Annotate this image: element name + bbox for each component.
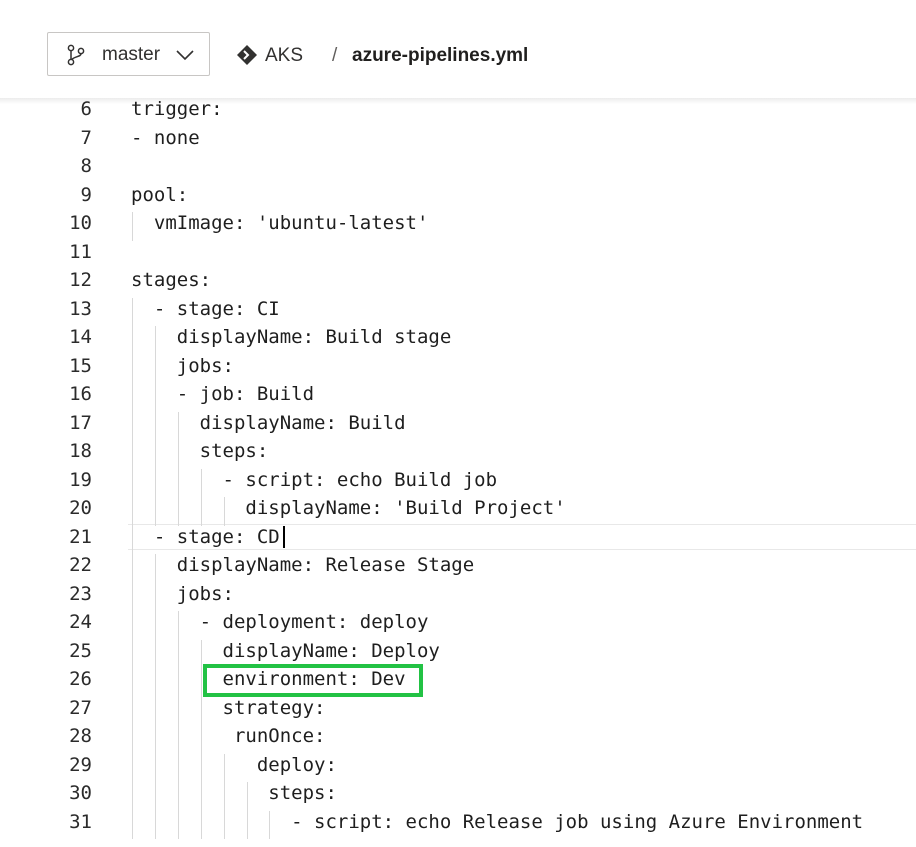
line-number: 8 <box>80 155 92 177</box>
code-text: jobs: <box>131 582 234 605</box>
file-breadcrumb-header: master AKS / azure-pipelines.yml <box>0 0 916 100</box>
code-line[interactable]: 15 jobs: <box>0 352 916 381</box>
code-line[interactable]: 21 - stage: CD <box>0 523 916 552</box>
line-number: 6 <box>80 98 92 120</box>
code-line[interactable]: 7 - none <box>0 124 916 153</box>
code-line[interactable]: 12 stages: <box>0 266 916 295</box>
code-text: - stage: CI <box>131 297 280 320</box>
line-number: 16 <box>69 383 92 405</box>
code-text: - script: echo Build job <box>131 468 498 491</box>
line-number: 27 <box>69 696 92 719</box>
code-line[interactable]: 9 pool: <box>0 181 916 210</box>
line-number: 25 <box>69 639 92 662</box>
code-line[interactable]: 20 displayName: 'Build Project' <box>0 494 916 523</box>
code-text: jobs: <box>131 354 234 377</box>
code-text: - deployment: deploy <box>131 611 429 633</box>
code-line[interactable]: 25 displayName: Deploy <box>0 637 916 666</box>
code-line[interactable]: 6 trigger: <box>0 96 916 124</box>
code-line[interactable]: 29 deploy: <box>0 751 916 780</box>
line-number: 31 <box>69 810 92 833</box>
code-line[interactable]: 23 jobs: <box>0 580 916 609</box>
line-number: 10 <box>69 212 92 234</box>
line-number: 18 <box>69 440 92 462</box>
code-text: stages: <box>131 269 212 291</box>
code-text: displayName: Release Stage <box>131 554 475 576</box>
code-line[interactable]: 11 <box>0 238 916 267</box>
code-line[interactable]: 17 displayName: Build <box>0 409 916 438</box>
code-text: - script: echo Release job using Azure E… <box>131 810 864 833</box>
code-line[interactable]: 24 - deployment: deploy <box>0 608 916 637</box>
repo-link[interactable]: AKS <box>265 46 303 66</box>
code-text: displayName: Build <box>131 411 406 434</box>
code-line[interactable]: 30 steps: <box>0 779 916 808</box>
line-number: 19 <box>69 468 92 491</box>
line-number: 9 <box>80 183 92 206</box>
code-line[interactable]: 18 steps: <box>0 437 916 466</box>
code-line[interactable]: 14 displayName: Build stage <box>0 323 916 352</box>
chevron-down-icon <box>176 48 194 61</box>
code-text: vmImage: 'ubuntu-latest' <box>131 212 429 234</box>
code-line[interactable]: 26 environment: Dev <box>0 665 916 694</box>
line-number: 29 <box>69 753 92 776</box>
code-line[interactable]: 31 - script: echo Release job using Azur… <box>0 808 916 837</box>
line-number: 20 <box>69 497 92 519</box>
code-line[interactable]: 28 runOnce: <box>0 722 916 751</box>
code-editor[interactable]: 6 trigger: 7 - none 8 9 pool: 10 vmImage: 'ubun… <box>0 96 916 847</box>
code-text: - none <box>131 126 200 149</box>
code-line[interactable]: 10 vmImage: 'ubuntu-latest' <box>0 209 916 238</box>
branch-label: master <box>102 44 161 65</box>
line-number: 21 <box>69 525 92 548</box>
repo-diamond-icon <box>236 44 258 66</box>
code-text: trigger: <box>131 98 223 120</box>
code-text: displayName: 'Build Project' <box>131 497 566 519</box>
code-text: steps: <box>131 782 337 804</box>
line-number: 26 <box>69 668 92 690</box>
line-number: 15 <box>69 354 92 377</box>
git-branch-icon <box>66 44 86 66</box>
line-number: 28 <box>69 725 92 747</box>
code-line[interactable]: 19 - script: echo Build job <box>0 466 916 495</box>
file-name: azure-pipelines.yml <box>352 45 529 66</box>
code-text: strategy: <box>131 696 326 719</box>
line-number: 7 <box>80 126 92 149</box>
code-line[interactable]: 8 <box>0 152 916 181</box>
code-line[interactable]: 16 - job: Build <box>0 380 916 409</box>
line-number: 22 <box>69 554 92 576</box>
code-text: pool: <box>131 183 189 206</box>
line-number: 14 <box>69 326 92 348</box>
code-text: - stage: CD <box>131 525 280 548</box>
code-line[interactable]: 27 strategy: <box>0 694 916 723</box>
environment-highlight-box <box>203 664 423 697</box>
line-number: 17 <box>69 411 92 434</box>
code-line[interactable]: 22 displayName: Release Stage <box>0 551 916 580</box>
code-text: deploy: <box>131 753 337 776</box>
text-cursor <box>282 525 285 548</box>
line-number: 11 <box>69 240 92 263</box>
code-line[interactable]: 13 - stage: CI <box>0 295 916 324</box>
code-text: runOnce: <box>131 725 326 747</box>
code-text: displayName: Build stage <box>131 326 452 348</box>
code-text: displayName: Deploy <box>131 639 440 662</box>
line-number: 23 <box>69 582 92 605</box>
code-text: - job: Build <box>131 383 315 405</box>
code-text: steps: <box>131 440 269 462</box>
line-number: 30 <box>69 782 92 804</box>
branch-selector-button[interactable]: master <box>47 32 210 76</box>
line-number: 12 <box>69 269 92 291</box>
path-separator: / <box>332 45 338 66</box>
line-number: 13 <box>69 297 92 320</box>
line-number: 24 <box>69 611 92 633</box>
